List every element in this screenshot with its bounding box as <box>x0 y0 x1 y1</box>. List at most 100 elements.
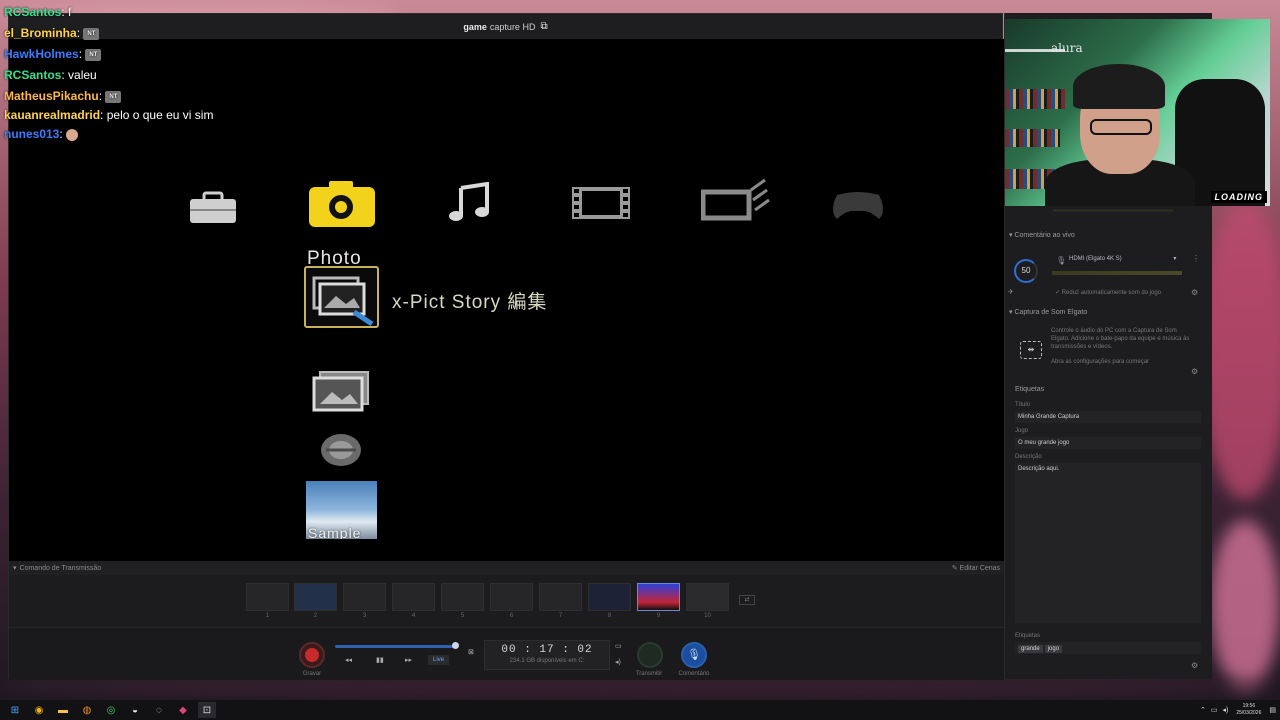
more-options-icon[interactable]: ⋮ <box>1192 254 1200 263</box>
tag-chip[interactable]: grande <box>1018 645 1043 653</box>
chrome-icon[interactable]: ◉ <box>30 702 48 718</box>
scene-thumb-4[interactable] <box>392 583 435 611</box>
chat-username[interactable]: MatheusPikachu <box>4 89 99 103</box>
scene-thumb-8[interactable] <box>588 583 631 611</box>
chat-separator: : <box>61 5 69 19</box>
network-tray-icon[interactable]: ▭ <box>1211 706 1218 714</box>
photo-disc-icon[interactable] <box>316 430 366 470</box>
tag-chip[interactable]: jogo <box>1044 645 1063 653</box>
disk-space: 234.1 GB disponíveis em C: <box>509 658 585 664</box>
emote-icon: NT <box>105 90 122 103</box>
collapse-chevron-icon[interactable]: ▾ <box>13 564 17 572</box>
scene-thumb-10[interactable] <box>686 583 729 611</box>
game-field[interactable]: O meu grande jogo <box>1015 437 1201 449</box>
chat-message: RCSantos: f <box>4 2 214 23</box>
chat-username[interactable]: HawkHolmes <box>4 47 79 61</box>
mute-icon[interactable]: ✈ <box>1008 288 1014 296</box>
volume-dial[interactable]: 50 <box>1014 259 1038 283</box>
auto-reduce-label: Reduz automaticamente som do jogo <box>1061 290 1162 296</box>
sample-photo-label: Sample <box>308 525 362 539</box>
scene-thumb-7[interactable] <box>539 583 582 611</box>
chat-message: HawkHolmes: NT <box>4 44 214 65</box>
timer-box: 00 : 17 : 02 234.1 GB disponíveis em C: <box>484 640 610 670</box>
stream-button[interactable] <box>637 642 663 668</box>
face-emote-icon <box>66 128 79 141</box>
chat-text: valeu <box>68 68 97 82</box>
scene-num: 10 <box>704 613 711 619</box>
scene-thumb-6[interactable] <box>490 583 533 611</box>
volume-tray-icon[interactable]: ◂) <box>1222 706 1228 714</box>
mic-icon[interactable]: 🎙 <box>1056 256 1066 265</box>
live-commentary-title[interactable]: ▾ Comentário ao vivo <box>1009 231 1075 239</box>
music-icon <box>449 182 489 221</box>
tags-field[interactable]: grande jogo <box>1015 642 1201 654</box>
settings-gear-icon[interactable]: ⚙ <box>1191 661 1198 670</box>
clock-time: 19:56 <box>1242 703 1256 709</box>
speaker-icon[interactable]: ◂) <box>615 658 621 666</box>
app-pink-icon[interactable]: ◆ <box>174 702 192 718</box>
webcam-logo: LOADING <box>1210 191 1267 203</box>
description-label: Descrição <box>1015 454 1042 460</box>
taskbar-clock[interactable]: 19:56 25/03/2026 <box>1236 703 1261 717</box>
scene-num: 7 <box>558 613 563 619</box>
commentary-label: Comentário <box>678 671 710 677</box>
settings-gear-icon[interactable]: ⚙ <box>1191 288 1198 297</box>
game-capture-icon[interactable]: ⊡ <box>198 702 216 718</box>
settings-gear-icon[interactable]: ⚙ <box>1191 367 1198 376</box>
timeline-scrubber[interactable] <box>452 642 459 649</box>
steam-icon[interactable]: ◒ <box>126 702 144 718</box>
chat-username[interactable]: RCSantos <box>4 68 61 82</box>
scene-thumb-2[interactable] <box>294 583 337 611</box>
chevron-up-icon[interactable]: ⌃ <box>1200 706 1206 714</box>
rewind-icon[interactable]: ◂◂ <box>345 656 352 664</box>
photo-folder-icon[interactable] <box>312 370 372 414</box>
screenshot-icon[interactable]: ⊠ <box>468 648 474 656</box>
chat-separator: : <box>76 26 84 40</box>
chat-username[interactable]: nunes013 <box>4 127 59 141</box>
webcam-brand-sign: alura <box>1051 41 1083 55</box>
scene-num: 6 <box>509 613 514 619</box>
emote-icon: NT <box>85 48 102 61</box>
clock-date: 25/03/2026 <box>1236 710 1262 716</box>
commentary-button[interactable]: 🎙 <box>681 642 707 668</box>
title-label: Título <box>1015 402 1031 408</box>
whatsapp-icon[interactable]: ◎ <box>102 702 120 718</box>
scene-thumb-3[interactable] <box>343 583 386 611</box>
record-button[interactable] <box>299 642 325 668</box>
elgato-sound-title[interactable]: ▾ Captura de Som Elgato <box>1009 308 1087 316</box>
scene-num: 8 <box>607 613 612 619</box>
obs-icon[interactable]: ◌ <box>150 702 168 718</box>
scene-thumb-9[interactable] <box>637 583 680 611</box>
timeline-progress[interactable] <box>335 645 455 648</box>
streamer-glasses <box>1090 119 1152 135</box>
scene-header-title: Comando de Transmissão <box>19 564 102 572</box>
auto-reduce-checkbox[interactable]: ✓ Reduz automaticamente som do jogo <box>1055 289 1161 296</box>
notifications-icon[interactable]: ▤ <box>1269 706 1276 714</box>
monitor-icon[interactable]: ▭ <box>615 642 622 650</box>
live-button[interactable]: Live <box>428 655 449 665</box>
discord-icon[interactable]: ◍ <box>78 702 96 718</box>
file-explorer-icon[interactable]: ▬ <box>54 702 72 718</box>
title-field[interactable]: Minha Grande Captura <box>1015 411 1201 423</box>
edit-scenes-button[interactable]: ✎ Editar Cenas <box>952 564 1000 572</box>
description-field[interactable]: Descrição aqui. <box>1015 463 1201 623</box>
tags-label: Etiquetas <box>1015 633 1041 639</box>
device-select[interactable]: HDMI (Elgato 4K S) ▾ <box>1069 255 1176 262</box>
wallpaper-blob <box>1200 200 1280 500</box>
windows-start-icon[interactable]: ⊞ <box>6 702 24 718</box>
windows-taskbar: ⊞ ◉ ▬ ◍ ◎ ◒ ◌ ◆ ⊡ ⌃ ▭ ◂) 19:56 25/03/202… <box>0 700 1280 720</box>
add-scene-button[interactable]: ⇄ <box>739 595 755 605</box>
chat-username[interactable]: kauanrealmadrid <box>4 108 100 122</box>
record-screen-icon[interactable]: ⧉ <box>540 21 547 32</box>
chat-username[interactable]: el_Brominha <box>4 26 77 40</box>
chat-separator: : <box>98 89 106 103</box>
chat-username[interactable]: RCSantos <box>4 5 61 19</box>
pause-icon[interactable]: ▮▮ <box>376 656 384 664</box>
xpict-story-icon[interactable] <box>304 266 379 328</box>
wallpaper-blob <box>1210 520 1280 690</box>
volume-meter <box>1052 271 1182 275</box>
scene-thumb-1[interactable] <box>246 583 289 611</box>
sample-photo-icon[interactable]: Sample <box>306 481 377 539</box>
scene-thumb-5[interactable] <box>441 583 484 611</box>
forward-icon[interactable]: ▸▸ <box>405 656 412 664</box>
